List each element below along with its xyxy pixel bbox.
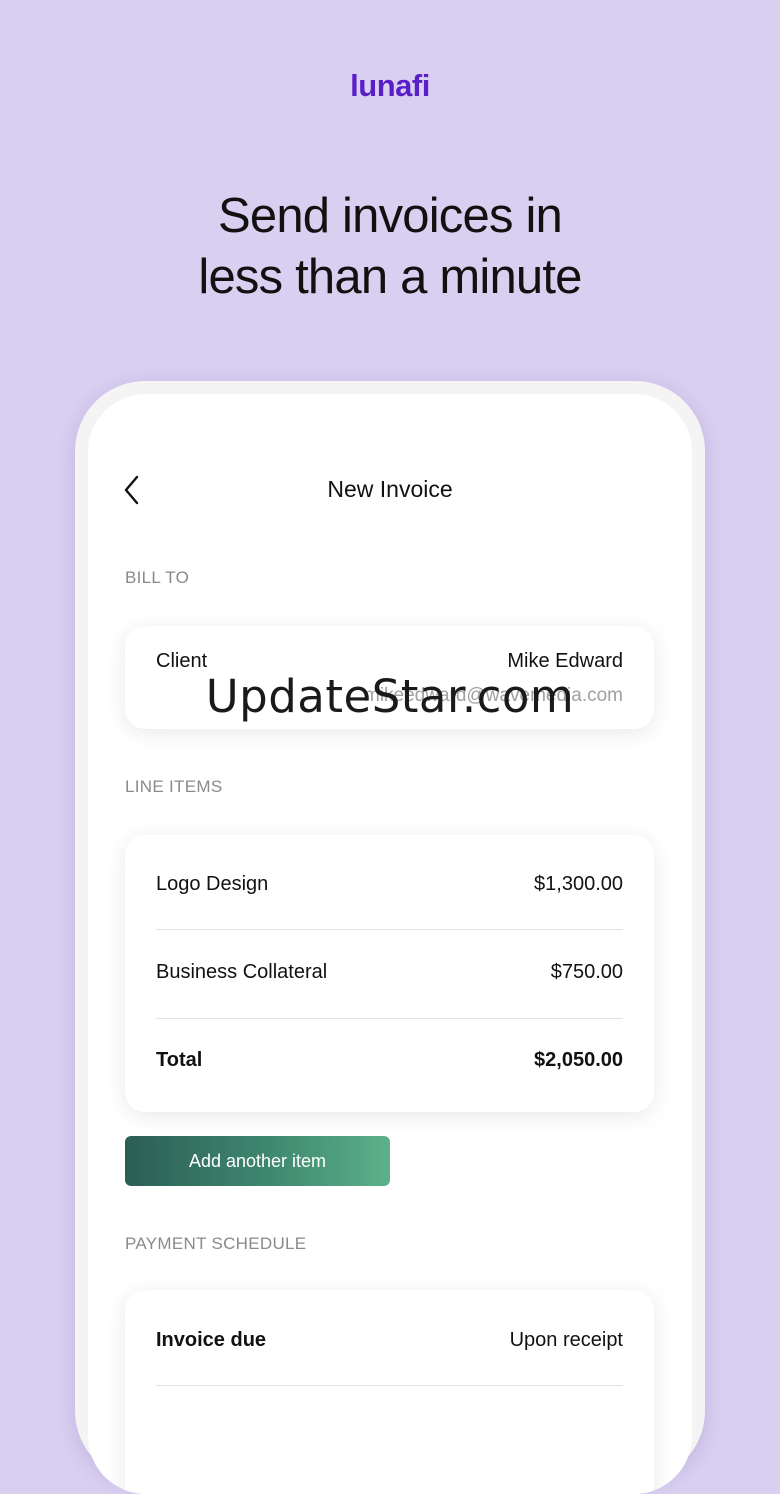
invoice-due-row[interactable]: Invoice due Upon receipt — [156, 1329, 623, 1352]
payment-schedule-label: PAYMENT SCHEDULE — [125, 1234, 307, 1253]
invoice-due-value: Upon receipt — [509, 1329, 623, 1351]
bill-to-label: BILL TO — [125, 568, 190, 587]
line-item-row[interactable]: Logo Design $1,300.00 — [156, 873, 623, 896]
app-logo: lunafi — [350, 68, 430, 103]
watermark-text: UpdateStar.com — [205, 670, 575, 723]
nav-bar: New Invoice — [88, 474, 692, 506]
invoice-due-label: Invoice due — [156, 1329, 267, 1351]
payment-schedule-card: Invoice due Upon receipt — [125, 1290, 654, 1494]
divider — [156, 1385, 623, 1386]
total-row: Total $2,050.00 — [156, 1049, 623, 1072]
screen-title: New Invoice — [327, 476, 453, 502]
line-items-card: Logo Design $1,300.00 Business Collatera… — [125, 835, 654, 1112]
line-items-label: LINE ITEMS — [125, 777, 223, 796]
phone-screen: New Invoice BILL TO Client Mike Edward m… — [88, 394, 692, 1494]
line-item-amount: $750.00 — [550, 961, 623, 983]
total-amount: $2,050.00 — [534, 1049, 623, 1071]
headline-line-1: Send invoices in — [217, 189, 563, 243]
total-label: Total — [156, 1049, 203, 1071]
headline-line-2: less than a minute — [198, 250, 582, 304]
add-item-button[interactable]: Add another item — [125, 1136, 390, 1186]
line-item-name: Business Collateral — [156, 961, 328, 983]
page-headline: Send invoices in less than a minute — [0, 186, 780, 308]
line-item-row[interactable]: Business Collateral $750.00 — [156, 961, 623, 984]
line-item-amount: $1,300.00 — [534, 873, 623, 895]
line-item-name: Logo Design — [156, 873, 269, 895]
divider — [156, 929, 623, 930]
divider — [156, 1018, 623, 1019]
